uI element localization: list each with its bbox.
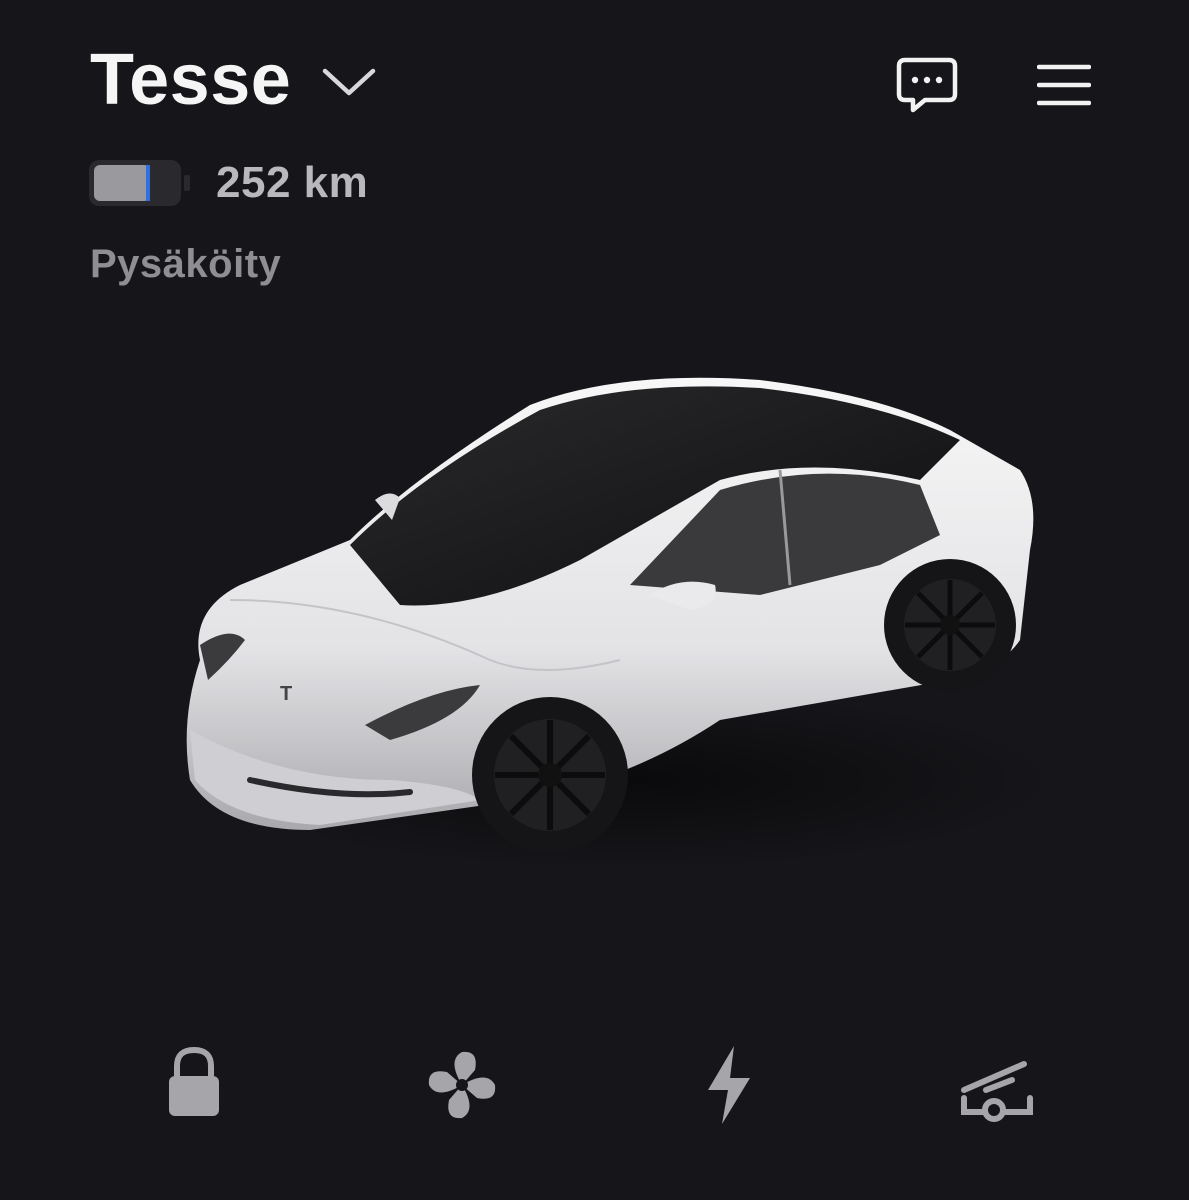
top-actions (895, 56, 1091, 114)
svg-text:T: T (280, 683, 292, 705)
fan-icon[interactable] (417, 1040, 507, 1130)
lock-icon[interactable] (149, 1040, 239, 1130)
quick-controls (0, 1040, 1189, 1130)
chevron-down-icon[interactable] (321, 65, 377, 99)
vehicle-image: T (186, 377, 1050, 870)
lightning-bolt-icon[interactable] (684, 1040, 774, 1130)
range-label: 252 km (216, 158, 369, 207)
vehicle-name[interactable]: Tesse (90, 44, 291, 116)
vehicle-header[interactable]: Tesse (90, 44, 377, 116)
battery-status[interactable]: 252 km (88, 158, 368, 208)
hamburger-menu-icon[interactable] (1037, 63, 1091, 107)
chat-bubble-icon[interactable] (895, 56, 959, 114)
battery-icon (89, 160, 190, 206)
frunk-open-icon[interactable] (952, 1040, 1042, 1130)
vehicle-status: Pysäköity (90, 242, 282, 286)
